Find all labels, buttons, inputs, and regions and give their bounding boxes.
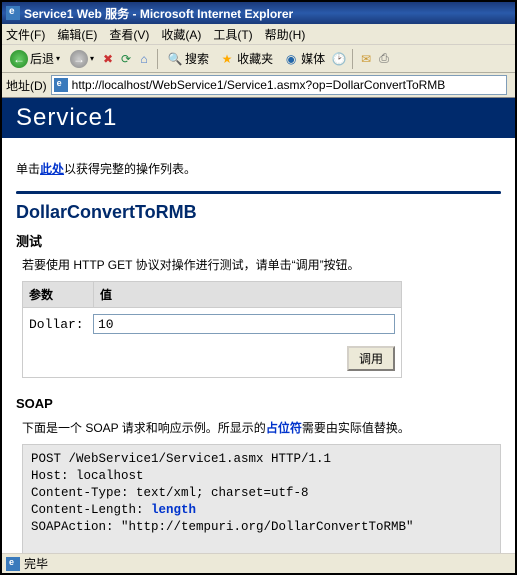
test-heading: 测试 <box>16 231 501 250</box>
media-button[interactable]: ◉ 媒体 <box>279 48 329 70</box>
search-button[interactable]: 🔍 搜索 <box>163 48 213 70</box>
code-line: Host: localhost <box>31 469 144 483</box>
favorites-label: 收藏夹 <box>237 50 273 67</box>
media-icon: ◉ <box>283 51 299 67</box>
menu-view[interactable]: 查看(V) <box>109 26 149 43</box>
full-list-link[interactable]: 此处 <box>40 162 64 176</box>
forward-dropdown-icon[interactable]: ▾ <box>90 54 94 63</box>
soap-code-block: POST /WebService1/Service1.asmx HTTP/1.1… <box>22 444 501 553</box>
ie-app-icon <box>6 6 20 20</box>
soap-desc-pre: 下面是一个 SOAP 请求和响应示例。所显示的 <box>22 421 266 435</box>
back-dropdown-icon[interactable]: ▾ <box>56 54 60 63</box>
mail-icon[interactable]: ✉ <box>358 51 374 67</box>
soap-desc-post: 需要由实际值替换。 <box>302 421 410 435</box>
invoke-button[interactable]: 调用 <box>347 346 395 371</box>
soap-heading: SOAP <box>16 396 501 411</box>
favorites-button[interactable]: ★ 收藏夹 <box>215 48 277 70</box>
separator <box>157 49 158 69</box>
code-line: POST /WebService1/Service1.asmx HTTP/1.1 <box>31 452 331 466</box>
intro-post: 以获得完整的操作列表。 <box>64 162 196 176</box>
window-title: Service1 Web 服务 - Microsoft Internet Exp… <box>24 5 293 22</box>
search-icon: 🔍 <box>167 51 183 67</box>
star-icon: ★ <box>219 51 235 67</box>
menu-file[interactable]: 文件(F) <box>6 26 45 43</box>
forward-button[interactable]: → ▾ <box>66 48 98 70</box>
operation-title: DollarConvertToRMB <box>16 202 501 223</box>
soap-description: 下面是一个 SOAP 请求和响应示例。所显示的占位符需要由实际值替换。 <box>22 419 501 436</box>
code-line: Content-Type: text/xml; charset=utf-8 <box>31 486 309 500</box>
address-url: http://localhost/WebService1/Service1.as… <box>72 78 504 92</box>
code-line: SOAPAction: "http://tempuri.org/DollarCo… <box>31 520 414 534</box>
toolbar: ← 后退 ▾ → ▾ ✖ ⟳ ⌂ 🔍 搜索 ★ 收藏夹 ◉ 媒体 🕑 ✉ ⎙ <box>2 45 515 73</box>
menu-help[interactable]: 帮助(H) <box>265 26 306 43</box>
status-page-icon <box>6 557 20 571</box>
value-col-header: 值 <box>93 282 401 307</box>
menu-edit[interactable]: 编辑(E) <box>57 26 97 43</box>
divider <box>16 191 501 194</box>
refresh-icon[interactable]: ⟳ <box>118 51 134 67</box>
test-form: 参数 值 Dollar: 调用 <box>22 281 402 378</box>
page-content: Service1 单击此处以获得完整的操作列表。 DollarConvertTo… <box>2 98 515 553</box>
param-label: Dollar: <box>29 317 93 332</box>
status-bar: 完毕 <box>2 553 515 573</box>
history-icon[interactable]: 🕑 <box>331 51 347 67</box>
address-input[interactable]: http://localhost/WebService1/Service1.as… <box>51 75 507 95</box>
menubar: 文件(F) 编辑(E) 查看(V) 收藏(A) 工具(T) 帮助(H) <box>2 24 515 45</box>
address-label: 地址(D) <box>6 77 47 94</box>
intro-line: 单击此处以获得完整的操作列表。 <box>16 160 501 177</box>
code-line: Content-Length: <box>31 503 151 517</box>
print-icon[interactable]: ⎙ <box>376 51 392 67</box>
search-label: 搜索 <box>185 50 209 67</box>
separator <box>352 49 353 69</box>
page-icon <box>54 78 68 92</box>
menu-tools[interactable]: 工具(T) <box>213 26 252 43</box>
menu-favorites[interactable]: 收藏(A) <box>161 26 201 43</box>
window-titlebar: Service1 Web 服务 - Microsoft Internet Exp… <box>2 2 515 24</box>
param-col-header: 参数 <box>23 282 93 307</box>
service-banner: Service1 <box>2 98 515 138</box>
dollar-input[interactable] <box>93 314 395 334</box>
back-icon: ← <box>10 50 28 68</box>
stop-icon[interactable]: ✖ <box>100 51 116 67</box>
forward-icon: → <box>70 50 88 68</box>
placeholder-word: 占位符 <box>266 421 302 435</box>
back-button[interactable]: ← 后退 ▾ <box>6 48 64 70</box>
code-placeholder: length <box>151 503 196 517</box>
test-description: 若要使用 HTTP GET 协议对操作进行测试，请单击“调用”按钮。 <box>22 256 501 273</box>
status-text: 完毕 <box>24 555 48 572</box>
media-label: 媒体 <box>301 50 325 67</box>
address-bar: 地址(D) http://localhost/WebService1/Servi… <box>2 73 515 98</box>
back-label: 后退 <box>30 50 54 67</box>
intro-pre: 单击 <box>16 162 40 176</box>
home-icon[interactable]: ⌂ <box>136 51 152 67</box>
